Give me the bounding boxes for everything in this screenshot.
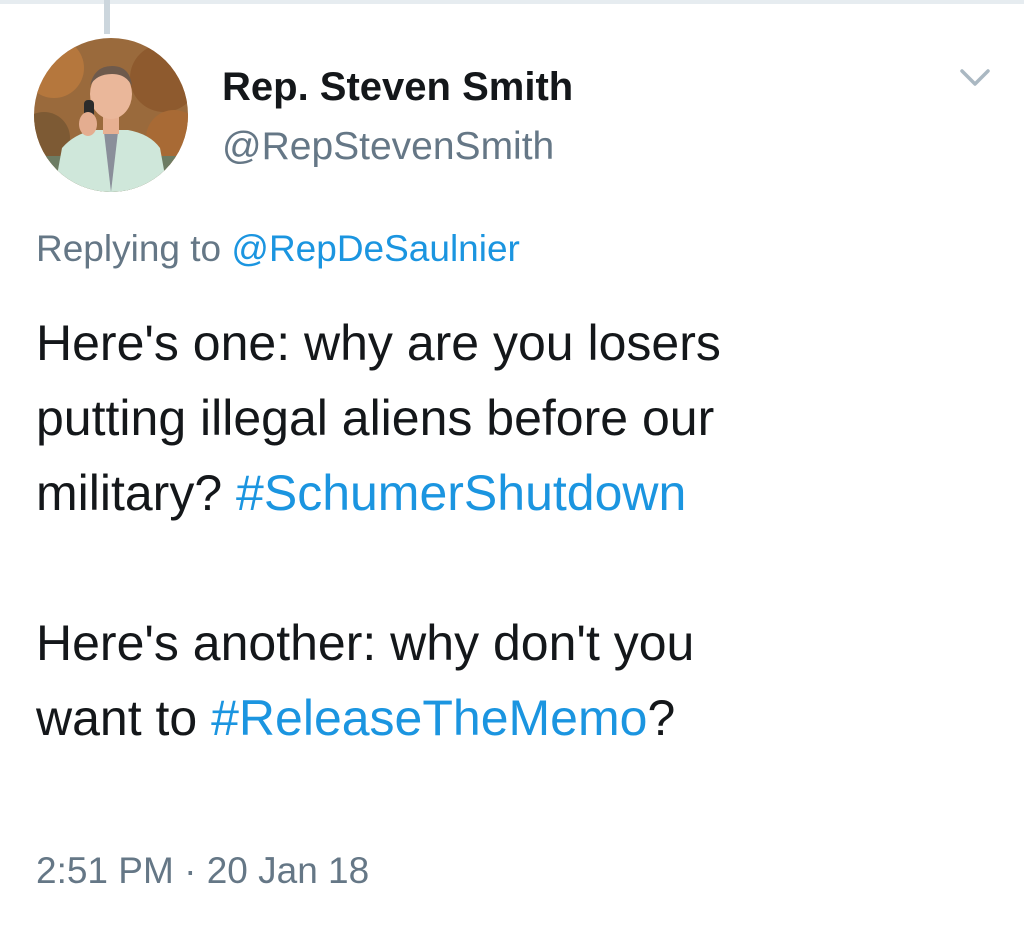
- tweet-line: putting illegal aliens before our: [36, 390, 715, 446]
- tweet-line: Here's another: why don't you: [36, 615, 695, 671]
- author-display-name[interactable]: Rep. Steven Smith: [222, 62, 573, 112]
- hashtag-schumer-shutdown[interactable]: #SchumerShutdown: [236, 465, 686, 521]
- tweet-line: military?: [36, 465, 237, 521]
- chevron-down-icon[interactable]: [955, 62, 995, 92]
- thread-connector-line: [104, 0, 110, 34]
- tweet-text: Here's one: why are you losers putting i…: [36, 306, 996, 756]
- timestamp-separator: ·: [173, 850, 207, 891]
- top-divider: [0, 0, 1024, 4]
- replying-to-label: Replying to: [36, 228, 222, 269]
- replying-to-line: Replying to @RepDeSaulnier: [36, 224, 520, 274]
- tweet-line: want to: [36, 690, 212, 746]
- tweet-time: 2:51 PM: [36, 850, 174, 891]
- author-handle[interactable]: @RepStevenSmith: [222, 122, 554, 172]
- tweet-paragraph-1: Here's one: why are you losers putting i…: [36, 306, 996, 531]
- reply-mention-link[interactable]: @RepDeSaulnier: [231, 228, 519, 269]
- tweet-text-suffix: ?: [647, 690, 676, 746]
- hashtag-release-the-memo[interactable]: #ReleaseTheMemo: [211, 690, 647, 746]
- avatar-photo-icon: [34, 38, 188, 192]
- tweet-timestamp[interactable]: 2:51 PM · 20 Jan 18: [36, 846, 369, 896]
- tweet-date: 20 Jan 18: [206, 850, 370, 891]
- tweet-line: Here's one: why are you losers: [36, 315, 721, 371]
- tweet-paragraph-2: Here's another: why don't you want to #R…: [36, 606, 996, 756]
- avatar[interactable]: [34, 38, 188, 192]
